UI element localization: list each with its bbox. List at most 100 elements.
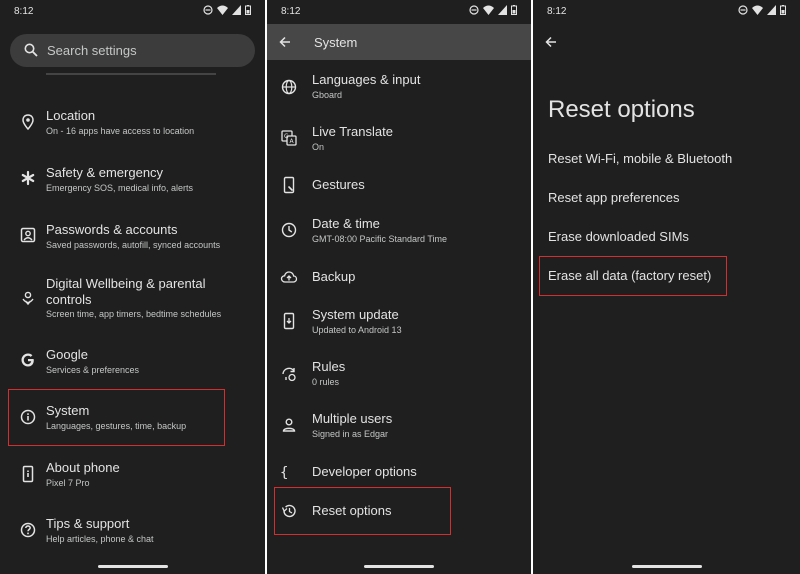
option-reset-app-preferences[interactable]: Reset app preferences — [548, 190, 680, 205]
settings-item-title: Google — [46, 347, 88, 362]
status-bar: 8:12 — [533, 0, 800, 24]
system-item-title: Gestures — [312, 177, 365, 192]
page-title: Reset options — [548, 96, 695, 123]
settings-item-title: About phone — [46, 460, 120, 475]
status-icons — [738, 5, 786, 15]
system-item-title: Backup — [312, 269, 356, 284]
cloud-upload-icon — [280, 271, 298, 283]
status-time: 8:12 — [14, 6, 34, 17]
system-item-subtitle: Gboard — [312, 90, 343, 100]
status-time: 8:12 — [281, 6, 301, 17]
option-reset-wifi-mobile-bluetooth[interactable]: Reset Wi-Fi, mobile & Bluetooth — [548, 151, 732, 166]
settings-item-about-phone[interactable]: About phone Pixel 7 Pro — [0, 457, 265, 497]
system-item-gestures[interactable]: Gestures — [267, 172, 531, 198]
app-bar: System — [267, 24, 531, 60]
system-item-backup[interactable]: Backup — [267, 264, 531, 290]
settings-item-title: Digital Wellbeing & parental — [46, 276, 206, 291]
dnd-icon — [469, 5, 479, 15]
system-item-subtitle: Updated to Android 13 — [312, 325, 402, 335]
dnd-icon — [203, 5, 213, 15]
settings-item-location[interactable]: Location On - 16 apps have access to loc… — [0, 104, 265, 144]
wifi-icon — [752, 5, 763, 15]
system-item-title: Date & time — [312, 216, 380, 231]
asterisk-icon — [21, 170, 35, 186]
phone-info-icon — [22, 465, 34, 483]
battery-icon — [780, 5, 786, 15]
settings-item-subtitle: Services & preferences — [46, 365, 140, 375]
battery-icon — [245, 5, 251, 15]
gesture-bar[interactable] — [631, 565, 702, 568]
settings-item-title: Safety & emergency — [46, 165, 164, 180]
gesture-phone-icon — [283, 176, 295, 194]
help-icon — [20, 522, 36, 538]
system-item-developer-options[interactable]: { } Developer options — [267, 459, 531, 485]
signal-icon — [232, 5, 241, 15]
wifi-icon — [483, 5, 494, 15]
settings-item-subtitle: On - 16 apps have access to location — [46, 126, 195, 136]
system-item-title: Rules — [312, 359, 346, 374]
system-item-date-time[interactable]: Date & time GMT-08:00 Pacific Standard T… — [267, 213, 531, 249]
system-item-subtitle: GMT-08:00 Pacific Standard Time — [312, 234, 448, 244]
settings-item-subtitle: Saved passwords, autofill, synced accoun… — [46, 240, 221, 250]
highlight-box-factory-reset — [539, 256, 727, 296]
system-item-subtitle: 0 rules — [312, 377, 340, 387]
system-item-subtitle: On — [312, 142, 325, 152]
clock-icon — [281, 222, 297, 238]
google-g-icon — [21, 353, 34, 367]
system-item-title: Live Translate — [312, 124, 393, 139]
settings-item-subtitle: Screen time, app timers, bedtime schedul… — [46, 309, 222, 319]
page-title: System — [314, 35, 358, 50]
translate-icon: GA — [281, 130, 297, 146]
status-bar: 8:12 — [267, 0, 531, 24]
system-item-title: Languages & input — [312, 72, 421, 87]
back-arrow-icon[interactable] — [545, 36, 557, 48]
system-screen: 8:12 System Languages & input Gboard GA … — [267, 0, 531, 574]
dnd-icon — [738, 5, 748, 15]
gesture-bar[interactable] — [364, 565, 434, 568]
status-time: 8:12 — [547, 6, 567, 17]
account-box-icon — [20, 227, 36, 243]
settings-item-digital-wellbeing[interactable]: Digital Wellbeing & parental controls Sc… — [0, 272, 265, 326]
location-pin-icon — [22, 114, 34, 131]
system-item-title: Multiple users — [312, 411, 393, 426]
option-erase-downloaded-sims[interactable]: Erase downloaded SIMs — [548, 229, 689, 244]
settings-item-title: Tips & support — [46, 516, 130, 531]
gesture-bar[interactable] — [97, 565, 168, 568]
svg-text:G: G — [284, 133, 289, 140]
system-item-multiple-users[interactable]: Multiple users Signed in as Edgar — [267, 408, 531, 444]
wifi-icon — [217, 5, 228, 15]
search-icon — [24, 43, 38, 57]
system-item-system-update[interactable]: System update Updated to Android 13 — [267, 304, 531, 340]
back-arrow-icon[interactable] — [279, 36, 291, 48]
settings-item-title: Passwords & accounts — [46, 222, 178, 237]
settings-item-subtitle: Help articles, phone & chat — [46, 534, 154, 544]
rules-icon — [282, 367, 296, 382]
system-item-languages-input[interactable]: Languages & input Gboard — [267, 69, 531, 105]
settings-item-subtitle: Emergency SOS, medical info, alerts — [46, 183, 194, 193]
settings-item-title: Location — [46, 108, 96, 123]
highlight-box-reset-options — [274, 487, 451, 535]
settings-item-subtitle: Pixel 7 Pro — [46, 478, 90, 488]
globe-icon — [281, 79, 297, 95]
reset-options-screen: 8:12 Reset options Reset Wi-Fi, mobile &… — [533, 0, 800, 574]
system-item-rules[interactable]: Rules 0 rules — [267, 356, 531, 392]
wellbeing-icon — [22, 291, 34, 306]
system-update-icon — [283, 312, 295, 330]
person-icon — [282, 418, 296, 432]
settings-item-safety[interactable]: Safety & emergency Emergency SOS, medica… — [0, 161, 265, 201]
status-bar: 8:12 — [0, 0, 265, 24]
settings-item-passwords-accounts[interactable]: Passwords & accounts Saved passwords, au… — [0, 218, 265, 258]
system-item-title: Developer options — [312, 464, 417, 479]
system-item-live-translate[interactable]: GA Live Translate On — [267, 121, 531, 157]
search-input[interactable]: Search settings — [10, 34, 255, 67]
system-item-title: System update — [312, 307, 399, 322]
highlight-box-system — [8, 389, 225, 446]
search-placeholder: Search settings — [47, 43, 137, 58]
settings-item-google[interactable]: Google Services & preferences — [0, 343, 265, 383]
svg-text:{ }: { } — [280, 465, 298, 481]
system-item-subtitle: Signed in as Edgar — [312, 429, 389, 439]
settings-item-tips-support[interactable]: Tips & support Help articles, phone & ch… — [0, 513, 265, 553]
signal-icon — [767, 5, 776, 15]
scrolled-text-fragment — [46, 73, 216, 75]
settings-screen: 8:12 Search settings Location On - 16 ap… — [0, 0, 265, 574]
